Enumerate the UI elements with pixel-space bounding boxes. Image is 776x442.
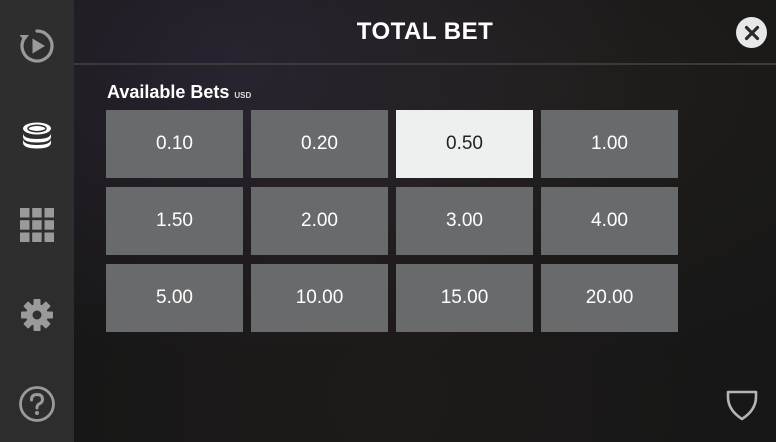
bet-option-button[interactable]: 0.20 — [251, 110, 388, 178]
bet-options-grid: 0.10 0.20 0.50 1.00 1.50 2.00 3.00 4.00 5.00 10.0… — [106, 110, 679, 332]
bet-option-button[interactable]: 10.00 — [251, 264, 388, 332]
page-title: TOTAL BET — [356, 18, 494, 45]
bet-option-button[interactable]: 5.00 — [106, 264, 243, 332]
bet-option-button[interactable]: 1.50 — [106, 187, 243, 255]
close-icon — [744, 25, 759, 40]
help-icon[interactable] — [17, 384, 57, 424]
bet-option-button[interactable]: 3.00 — [396, 187, 533, 255]
currency-label: USD — [234, 91, 252, 100]
sidebar — [0, 0, 74, 442]
bet-option-button[interactable]: 4.00 — [541, 187, 678, 255]
bet-option-button[interactable]: 20.00 — [541, 264, 678, 332]
autoplay-icon[interactable] — [17, 26, 57, 66]
bet-option-button[interactable]: 15.00 — [396, 264, 533, 332]
paytable-grid-icon[interactable] — [17, 205, 57, 245]
gear-icon[interactable] — [17, 295, 57, 335]
close-button[interactable] — [736, 17, 767, 48]
shield-icon[interactable] — [725, 388, 759, 422]
bet-option-button[interactable]: 0.10 — [106, 110, 243, 178]
header-divider — [74, 63, 776, 65]
coins-icon[interactable] — [17, 117, 57, 157]
available-bets-heading: Available Bets USD — [107, 82, 251, 104]
bet-option-button[interactable]: 2.00 — [251, 187, 388, 255]
bet-option-button[interactable]: 0.50 — [396, 110, 533, 178]
total-bet-screen: TOTAL BET Available Bets USD 0.10 0.20 0.5… — [0, 0, 776, 442]
bet-option-button[interactable]: 1.00 — [541, 110, 678, 178]
available-bets-label: Available Bets — [107, 82, 230, 102]
